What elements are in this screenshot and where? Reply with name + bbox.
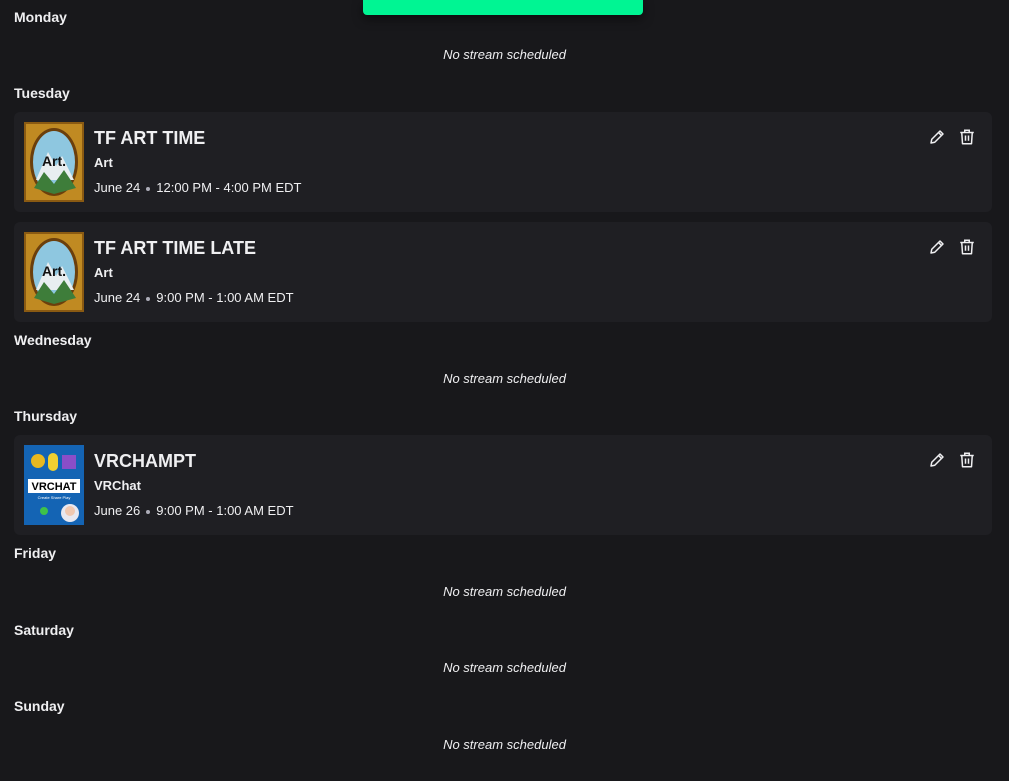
separator-dot (146, 509, 151, 514)
pencil-icon (930, 240, 944, 254)
empty-message-wednesday: No stream scheduled (443, 371, 566, 386)
stream-time: June 24 9:00 PM - 1:00 AM EDT (94, 290, 294, 305)
day-label-sunday: Sunday (14, 698, 65, 714)
stream-title: VRCHAMPT (94, 451, 196, 471)
day-label-tuesday: Tuesday (14, 85, 70, 101)
separator-dot (146, 186, 151, 191)
stream-date: June 24 (94, 290, 141, 305)
edit-button[interactable] (926, 449, 948, 471)
day-label-friday: Friday (14, 545, 57, 561)
thumbnail-art-text: Art. (42, 263, 66, 279)
separator-dot (146, 296, 151, 301)
stream-card[interactable]: Art. TF ART TIME Art June 24 12:00 PM - 4… (14, 112, 992, 212)
day-label-monday: Monday (14, 9, 67, 25)
stream-time-range: 9:00 PM - 1:00 AM EDT (156, 503, 294, 518)
trash-icon (960, 239, 974, 255)
empty-message-saturday: No stream scheduled (443, 660, 566, 675)
thumbnail-art-text: Art. (42, 153, 66, 169)
toast-notification (363, 0, 643, 15)
category-thumbnail-art: Art. (24, 232, 84, 312)
edit-button[interactable] (926, 236, 948, 258)
stream-category[interactable]: Art (94, 265, 113, 280)
category-thumbnail-art: Art. (24, 122, 84, 202)
thumbnail-vrchat-subtext: Create Share Play (38, 495, 71, 500)
category-thumbnail-vrchat: VRCHAT Create Share Play (24, 445, 84, 525)
stream-time-range: 9:00 PM - 1:00 AM EDT (156, 290, 294, 305)
delete-button[interactable] (956, 126, 978, 148)
stream-category[interactable]: Art (94, 155, 113, 170)
stream-category[interactable]: VRChat (94, 478, 141, 493)
empty-message-friday: No stream scheduled (443, 584, 566, 599)
trash-icon (960, 452, 974, 468)
pencil-icon (930, 130, 944, 144)
empty-message-monday: No stream scheduled (443, 47, 566, 62)
stream-time: June 24 12:00 PM - 4:00 PM EDT (94, 180, 302, 195)
day-label-wednesday: Wednesday (14, 332, 92, 348)
stream-card[interactable]: Art. TF ART TIME LATE Art June 24 9:00 PM… (14, 222, 992, 322)
thumbnail-vrchat-text: VRCHAT (31, 481, 76, 493)
trash-icon (960, 129, 974, 145)
stream-card[interactable]: VRCHAT Create Share Play VRCHAMPT VRChat… (14, 435, 992, 535)
stream-title: TF ART TIME (94, 128, 206, 148)
delete-button[interactable] (956, 449, 978, 471)
delete-button[interactable] (956, 236, 978, 258)
empty-message-sunday: No stream scheduled (443, 737, 566, 752)
stream-date: June 26 (94, 503, 141, 518)
day-label-saturday: Saturday (14, 622, 74, 638)
pencil-icon (930, 453, 944, 467)
edit-button[interactable] (926, 126, 948, 148)
stream-time-range: 12:00 PM - 4:00 PM EDT (156, 180, 302, 195)
stream-date: June 24 (94, 180, 141, 195)
stream-title: TF ART TIME LATE (94, 238, 256, 258)
day-label-thursday: Thursday (14, 408, 78, 424)
stream-time: June 26 9:00 PM - 1:00 AM EDT (94, 503, 294, 518)
